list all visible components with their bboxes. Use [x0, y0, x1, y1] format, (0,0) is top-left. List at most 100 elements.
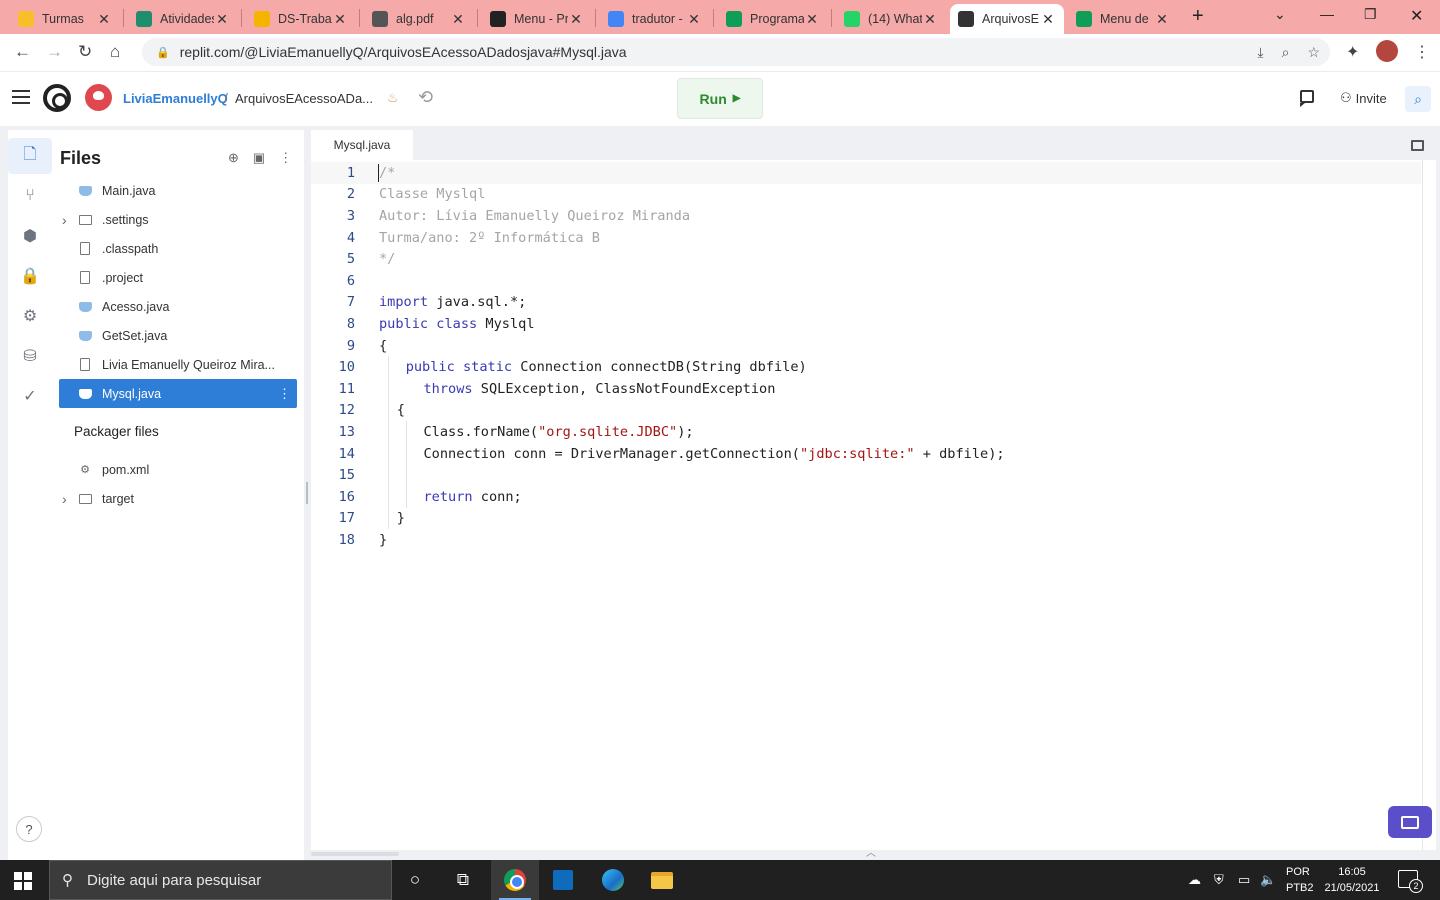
- code-line[interactable]: 16 return conn;: [311, 485, 1421, 508]
- console-resize-bar[interactable]: ︿: [311, 848, 1436, 860]
- store-taskbar-icon[interactable]: [550, 868, 576, 892]
- run-button[interactable]: Run ▶: [677, 78, 763, 119]
- chevron-right-icon[interactable]: ›: [62, 212, 67, 228]
- settings-gear-icon[interactable]: ⚙: [8, 298, 52, 334]
- extensions-icon[interactable]: ✦: [1346, 42, 1359, 62]
- file-tree-item[interactable]: Acesso.java: [52, 292, 304, 321]
- history-icon[interactable]: ⟲: [418, 87, 433, 108]
- files-icon[interactable]: 🗋: [8, 138, 52, 174]
- close-tab-icon[interactable]: ✕: [804, 11, 820, 28]
- layout-toggle-icon[interactable]: [1411, 140, 1424, 151]
- profile-avatar[interactable]: [1376, 40, 1398, 62]
- windows-start-icon[interactable]: [14, 872, 32, 890]
- chrome-taskbar-icon[interactable]: [491, 860, 539, 900]
- close-tab-icon[interactable]: ✕: [450, 11, 466, 28]
- editor-tab-mysql-java[interactable]: Mysql.java: [311, 130, 413, 160]
- code-line[interactable]: 10 public static Connection connectDB(Str…: [311, 356, 1421, 378]
- volume-icon[interactable]: 🔈: [1260, 872, 1276, 888]
- browser-menu-icon[interactable]: ⋮: [1414, 42, 1430, 62]
- code-line[interactable]: 4 Turma/ano: 2º Informática B: [311, 227, 1421, 249]
- search-button[interactable]: ⌕: [1405, 86, 1431, 112]
- packages-icon[interactable]: ⬢: [8, 218, 52, 254]
- username-link[interactable]: LiviaEmanuellyQ: [123, 91, 228, 106]
- browser-tab-9[interactable]: ArquivosE ✕: [950, 4, 1064, 34]
- cortana-icon[interactable]: ○: [402, 868, 428, 892]
- file-tree-item[interactable]: › .settings: [52, 205, 304, 234]
- security-shield-icon[interactable]: ⛨: [1214, 872, 1224, 888]
- horizontal-scroll-thumb[interactable]: [311, 852, 399, 856]
- new-tab-button[interactable]: +: [1192, 5, 1204, 28]
- file-tree-item[interactable]: › target: [52, 484, 304, 513]
- new-folder-icon[interactable]: ▣: [253, 150, 265, 166]
- code-line[interactable]: 9{: [311, 335, 1421, 357]
- taskbar-clock[interactable]: 16:05 21/05/2021: [1322, 864, 1382, 896]
- network-icon[interactable]: ▭: [1238, 872, 1250, 888]
- home-icon[interactable]: ⌂: [110, 42, 120, 62]
- close-tab-icon[interactable]: ✕: [1154, 11, 1170, 28]
- expand-console-icon[interactable]: ︿: [866, 844, 876, 859]
- file-options-icon[interactable]: ⋮: [278, 386, 291, 402]
- repl-name[interactable]: ArquivosEAcessoADa...: [235, 91, 373, 106]
- code-line[interactable]: 11 throws SQLException, ClassNotFoundExce…: [311, 377, 1421, 400]
- tab-search-icon[interactable]: ⌄: [1274, 6, 1286, 23]
- notification-center-icon[interactable]: 2: [1398, 870, 1423, 893]
- reload-icon[interactable]: ↻: [78, 42, 92, 62]
- restore-icon[interactable]: ❐: [1364, 6, 1377, 23]
- close-tab-icon[interactable]: ✕: [686, 11, 702, 28]
- replit-logo[interactable]: [43, 84, 71, 112]
- task-view-icon[interactable]: ⧉: [450, 868, 476, 892]
- user-avatar[interactable]: [85, 84, 112, 111]
- unit-tests-check-icon[interactable]: ✓: [8, 378, 52, 414]
- close-tab-icon[interactable]: ✕: [332, 11, 348, 28]
- code-line[interactable]: 13 Class.forName("org.sqlite.JDBC");: [311, 421, 1421, 443]
- file-tree-item[interactable]: ⚙ pom.xml: [52, 455, 304, 484]
- help-button[interactable]: ?: [16, 816, 42, 842]
- code-line[interactable]: 6: [311, 270, 1421, 292]
- code-line[interactable]: 3 Autor: Lívia Emanuelly Queiroz Miranda: [311, 205, 1421, 227]
- browser-tab-5[interactable]: Menu - Pr ✕: [482, 4, 592, 34]
- forward-icon[interactable]: →: [46, 42, 63, 62]
- code-line[interactable]: 15: [311, 464, 1421, 486]
- secrets-lock-icon[interactable]: 🔒: [8, 258, 52, 294]
- input-language[interactable]: POR PTB2: [1286, 864, 1314, 896]
- code-line[interactable]: 2 Classe Myslql: [311, 184, 1421, 206]
- code-line[interactable]: 14 Connection conn = DriverManager.getCon…: [311, 442, 1421, 465]
- file-tree-item[interactable]: Mysql.java ⋮: [59, 379, 297, 408]
- database-icon[interactable]: ⛁: [8, 338, 52, 374]
- code-line[interactable]: 1 /*: [311, 162, 1421, 184]
- editor-vertical-scrollbar[interactable]: [1422, 160, 1436, 850]
- code-line[interactable]: 17}: [311, 507, 1421, 530]
- browser-tab-2[interactable]: Atividades ✕: [128, 4, 238, 34]
- file-panel-menu-icon[interactable]: ⋮: [279, 150, 292, 166]
- feedback-chat-icon[interactable]: [1300, 90, 1314, 107]
- back-icon[interactable]: ←: [14, 42, 31, 62]
- bookmark-star-icon[interactable]: ☆: [1307, 44, 1320, 61]
- file-tree-item[interactable]: .project: [52, 263, 304, 292]
- close-tab-icon[interactable]: ✕: [922, 11, 938, 28]
- minimize-icon[interactable]: —: [1320, 6, 1334, 22]
- file-explorer-taskbar-icon[interactable]: [649, 868, 675, 892]
- edge-taskbar-icon[interactable]: [600, 868, 626, 892]
- url-text[interactable]: replit.com/@LiviaEmanuellyQ/ArquivosEAce…: [180, 44, 627, 60]
- version-control-icon[interactable]: ⑂: [8, 178, 52, 214]
- file-tree-item[interactable]: Main.java: [52, 176, 304, 205]
- browser-tab-4[interactable]: alg.pdf ✕: [364, 4, 474, 34]
- code-line[interactable]: 7 import java.sql.*;: [311, 292, 1421, 314]
- file-tree-item[interactable]: .classpath: [52, 234, 304, 263]
- browser-tab-10[interactable]: Menu de ✕: [1068, 4, 1178, 34]
- hamburger-menu-icon[interactable]: [12, 90, 30, 104]
- close-tab-icon[interactable]: ✕: [96, 11, 112, 28]
- code-line[interactable]: 12 {: [311, 399, 1421, 422]
- chat-support-button[interactable]: [1388, 806, 1432, 838]
- browser-tab-7[interactable]: Programa ✕: [718, 4, 828, 34]
- browser-tab-8[interactable]: (14) What ✕: [836, 4, 946, 34]
- browser-tab-3[interactable]: DS-Trabal ✕: [246, 4, 356, 34]
- browser-tab-1[interactable]: Turmas ✕: [10, 4, 120, 34]
- code-line[interactable]: 5 */: [311, 248, 1421, 270]
- close-window-icon[interactable]: ✕: [1410, 6, 1423, 26]
- close-tab-icon[interactable]: ✕: [214, 11, 230, 28]
- new-file-icon[interactable]: ⊕: [228, 150, 239, 166]
- code-line[interactable]: 18}: [311, 529, 1421, 551]
- invite-button[interactable]: ⚇ Invite: [1334, 85, 1393, 111]
- onedrive-cloud-icon[interactable]: ☁: [1188, 872, 1201, 888]
